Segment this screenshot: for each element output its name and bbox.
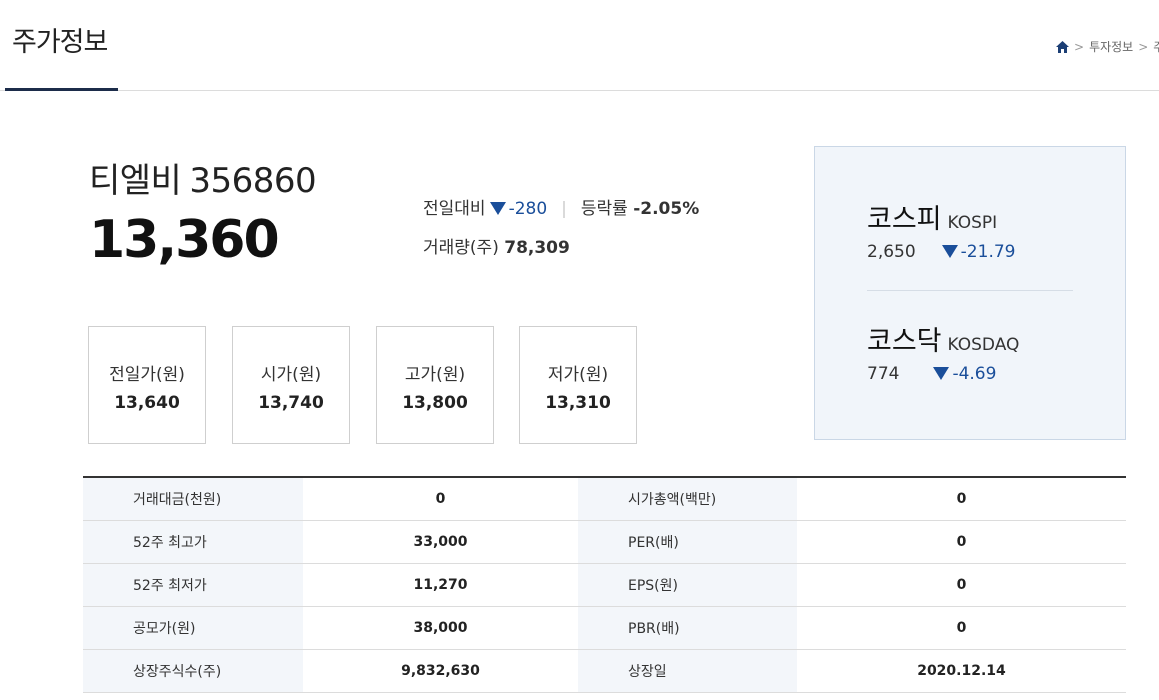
low-price-box: 저가(원) 13,310 bbox=[519, 326, 637, 444]
table-value-cell: 0 bbox=[303, 477, 578, 521]
volume-value: 78,309 bbox=[504, 238, 570, 258]
table-header-cell: 52주 최저가 bbox=[83, 563, 303, 607]
price-box-label: 시가(원) bbox=[260, 365, 322, 385]
market-index-panel: 코스피 KOSPI 2,650 -21.79 코스닥 KOSDAQ 774 -4.69 bbox=[814, 146, 1126, 440]
table-header-cell: PER(배) bbox=[578, 520, 797, 564]
price-box-value: 13,740 bbox=[258, 393, 324, 413]
table-value-cell: 0 bbox=[797, 563, 1126, 607]
index-change: -21.79 bbox=[960, 242, 1016, 262]
company-heading: 티엘비 356860 bbox=[89, 153, 317, 202]
breadcrumb-item-investor[interactable]: 투자정보 bbox=[1089, 38, 1133, 55]
table-header-cell: 상장일 bbox=[578, 649, 797, 693]
open-price-box: 시가(원) 13,740 bbox=[232, 326, 350, 444]
index-value: 774 bbox=[867, 364, 900, 384]
table-header-cell: 시가총액(백만) bbox=[578, 477, 797, 521]
index-value: 2,650 bbox=[867, 242, 916, 262]
table-value-cell: 11,270 bbox=[303, 563, 578, 607]
down-arrow-icon bbox=[933, 367, 950, 380]
page-title: 주가정보 bbox=[12, 27, 108, 58]
page-header: 주가정보 > 투자정보 > 주 bbox=[0, 0, 1159, 91]
kosdaq-index: 코스닥 KOSDAQ 774 -4.69 bbox=[867, 319, 1019, 384]
breadcrumb: > 투자정보 > 주 bbox=[1056, 38, 1159, 55]
table-value-cell: 0 bbox=[797, 520, 1126, 564]
table-value-cell: 9,832,630 bbox=[303, 649, 578, 693]
table-value-cell: 38,000 bbox=[303, 606, 578, 650]
table-header-cell: 거래대금(천원) bbox=[83, 477, 303, 521]
table-value-cell: 33,000 bbox=[303, 520, 578, 564]
company-name: 티엘비 bbox=[89, 161, 182, 201]
title-underline bbox=[5, 88, 118, 91]
rate-label: 등락률 bbox=[580, 199, 628, 219]
table-header-cell: PBR(배) bbox=[578, 606, 797, 650]
down-arrow-icon bbox=[489, 202, 506, 215]
prev-close-box: 전일가(원) 13,640 bbox=[88, 326, 206, 444]
index-name: 코스피 bbox=[867, 204, 942, 235]
table-row: 상장주식수(주) 9,832,630 상장일 2020.12.14 bbox=[83, 649, 1126, 693]
price-box-label: 고가(원) bbox=[404, 365, 466, 385]
table-value-cell: 0 bbox=[797, 477, 1126, 521]
table-row: 공모가(원) 38,000 PBR(배) 0 bbox=[83, 606, 1126, 650]
table-header-cell: 공모가(원) bbox=[83, 606, 303, 650]
table-row: 52주 최저가 11,270 EPS(원) 0 bbox=[83, 563, 1126, 607]
change-info: 전일대비 -280 | 등락률 -2.05% bbox=[423, 194, 699, 219]
breadcrumb-item-current[interactable]: 주 bbox=[1153, 38, 1159, 55]
breadcrumb-separator: > bbox=[1138, 39, 1149, 54]
index-change: -4.69 bbox=[952, 364, 997, 384]
table-row: 거래대금(천원) 0 시가총액(백만) 0 bbox=[83, 477, 1126, 521]
rate-value: -2.05% bbox=[633, 199, 700, 219]
stock-info-table: 거래대금(천원) 0 시가총액(백만) 0 52주 최고가 33,000 PER… bbox=[83, 476, 1126, 693]
price-box-label: 전일가(원) bbox=[109, 365, 185, 385]
index-eng-name: KOSPI bbox=[947, 213, 998, 233]
high-price-box: 고가(원) 13,800 bbox=[376, 326, 494, 444]
index-eng-name: KOSDAQ bbox=[947, 335, 1020, 355]
price-box-value: 13,310 bbox=[545, 393, 611, 413]
table-header-cell: EPS(원) bbox=[578, 563, 797, 607]
kospi-index: 코스피 KOSPI 2,650 -21.79 bbox=[867, 197, 1015, 262]
table-value-cell: 2020.12.14 bbox=[797, 649, 1126, 693]
price-box-value: 13,800 bbox=[402, 393, 468, 413]
index-name: 코스닥 bbox=[867, 326, 942, 357]
home-icon[interactable] bbox=[1056, 40, 1069, 53]
divider: | bbox=[561, 199, 567, 219]
table-header-cell: 상장주식수(주) bbox=[83, 649, 303, 693]
change-value: -280 bbox=[508, 199, 548, 219]
price-box-label: 저가(원) bbox=[547, 365, 609, 385]
table-value-cell: 0 bbox=[797, 606, 1126, 650]
price-box-value: 13,640 bbox=[114, 393, 180, 413]
table-row: 52주 최고가 33,000 PER(배) 0 bbox=[83, 520, 1126, 564]
breadcrumb-separator: > bbox=[1074, 39, 1085, 54]
volume-label: 거래량(주) bbox=[423, 238, 499, 258]
table-header-cell: 52주 최고가 bbox=[83, 520, 303, 564]
index-divider bbox=[867, 290, 1073, 291]
change-label: 전일대비 bbox=[423, 199, 486, 219]
volume-info: 거래량(주) 78,309 bbox=[423, 233, 570, 258]
current-price: 13,360 bbox=[89, 210, 280, 270]
down-arrow-icon bbox=[941, 245, 958, 258]
stock-code: 356860 bbox=[189, 161, 317, 201]
